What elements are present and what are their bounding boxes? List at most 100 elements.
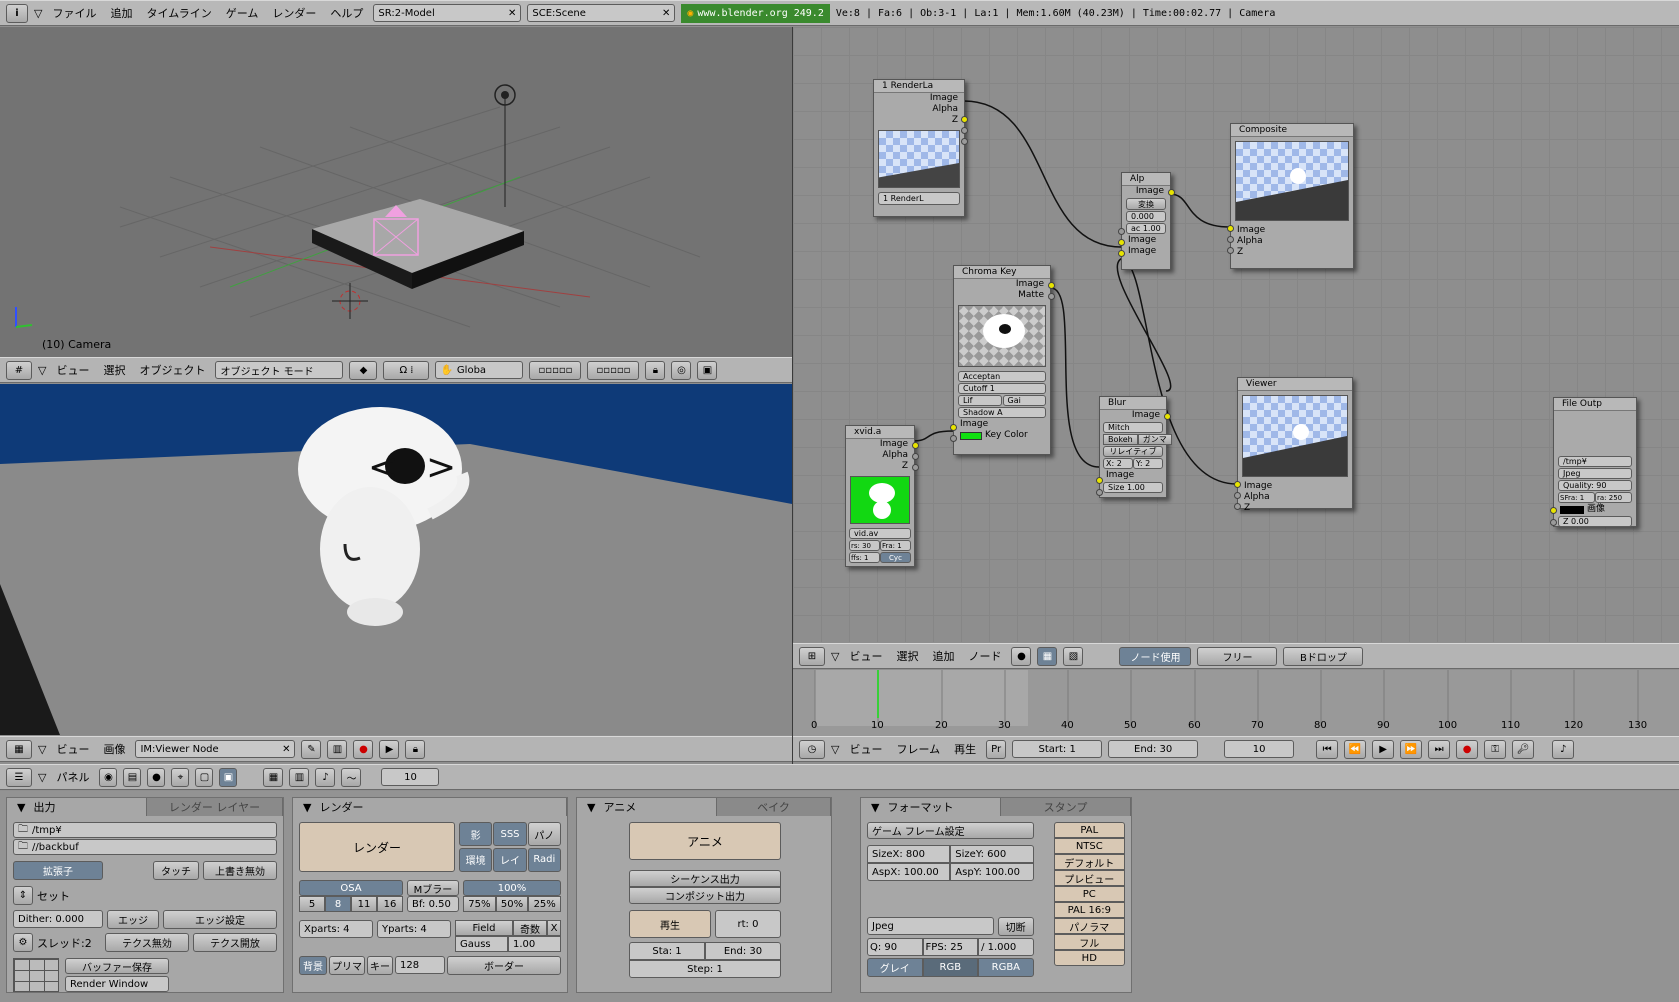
preset-hd[interactable]: HD xyxy=(1053,950,1125,966)
filter-selector[interactable]: Gauss xyxy=(455,936,508,952)
no-overwrite-toggle[interactable]: 上書き無効 xyxy=(203,861,277,880)
chevron-down-icon[interactable]: ▽ xyxy=(38,364,46,377)
menu-view[interactable]: ビュー xyxy=(845,741,886,757)
convert-button[interactable]: 変換 xyxy=(1126,198,1166,210)
socket-in[interactable] xyxy=(1234,481,1241,488)
preset-default[interactable]: デフォルト xyxy=(1053,854,1125,870)
size-75[interactable]: 75% xyxy=(463,896,496,912)
size-100[interactable]: 100% xyxy=(463,880,561,896)
node-blur[interactable]: Blur Image Mitch Bokeh ガンマ リレイティブ X: 2 Y… xyxy=(1096,396,1172,498)
tex-open-toggle[interactable]: テクス開放 xyxy=(193,933,277,952)
tile-size-field[interactable]: 128 xyxy=(395,956,445,974)
sizey-field[interactable]: SizeY: 600 xyxy=(950,845,1034,863)
material-nodes-icon[interactable]: ● xyxy=(1011,646,1032,666)
socket-in[interactable] xyxy=(1118,239,1125,246)
close-icon[interactable]: ✕ xyxy=(662,8,670,19)
rgba-toggle[interactable]: RGBA xyxy=(978,958,1034,977)
socket-out[interactable] xyxy=(961,116,968,123)
pen-icon[interactable]: ✎ xyxy=(301,739,322,759)
node-title[interactable]: Chroma Key xyxy=(954,266,1050,279)
menu-file[interactable]: ファイル xyxy=(48,5,100,21)
layout-grid-icon[interactable] xyxy=(13,958,59,992)
menu-select[interactable]: 選択 xyxy=(99,362,129,378)
use-nodes-toggle[interactable]: ノード使用 xyxy=(1119,646,1192,666)
preset-pal169[interactable]: PAL 16:9 xyxy=(1053,902,1125,918)
preset-full[interactable]: フル xyxy=(1053,934,1125,950)
fps-field[interactable]: FPS: 25 xyxy=(922,938,979,956)
socket-out[interactable] xyxy=(1164,413,1171,420)
alpha-value-field[interactable]: 0.000 xyxy=(1126,211,1166,222)
preset-pc[interactable]: PC xyxy=(1053,886,1125,902)
image-editor-icon[interactable]: ▦ xyxy=(6,739,32,759)
yparts-field[interactable]: Yparts: 4 xyxy=(377,920,451,938)
play-icon[interactable]: ▶ xyxy=(379,739,400,759)
anim-button[interactable]: アニメ xyxy=(629,822,781,860)
node-title[interactable]: xvid.a xyxy=(846,426,914,439)
jump-end-icon[interactable]: ⏭ xyxy=(1428,739,1451,759)
node-title[interactable]: Viewer xyxy=(1238,378,1352,391)
chevron-down-icon[interactable]: ▽ xyxy=(38,771,46,784)
start-frame-field[interactable]: Sta: 1 xyxy=(629,942,705,960)
x-toggle[interactable]: X xyxy=(547,920,561,936)
anim-buttons-icon[interactable]: ▥ xyxy=(289,767,310,787)
close-icon[interactable]: ✕ xyxy=(508,8,516,19)
folder-icon[interactable]: 🗀︎ xyxy=(18,839,28,856)
node-movie-input[interactable]: xvid.a Image Alpha Z vid.av rs: 30 Fra: … xyxy=(845,425,919,567)
keying-set-icon[interactable]: ⚿ xyxy=(1484,739,1507,759)
fac-field[interactable]: ac 1.00 xyxy=(1126,223,1166,234)
end-frame-field[interactable]: End: 30 xyxy=(1108,740,1199,758)
pivot-icon[interactable]: Ω ⁞ xyxy=(383,360,430,380)
step-field[interactable]: Step: 1 xyxy=(629,960,781,978)
backbuf-path-field[interactable]: 🗀︎ //backbuf xyxy=(13,839,277,855)
shadow-toggle[interactable]: 影 xyxy=(459,822,493,846)
menu-view[interactable]: ビュー xyxy=(52,362,93,378)
node-title[interactable]: Composite xyxy=(1231,124,1353,137)
buttons-window-icon[interactable]: ☰ xyxy=(6,767,32,787)
tab-stamp[interactable]: スタンプ xyxy=(1001,798,1131,816)
world-buttons-icon[interactable]: 〜 xyxy=(341,767,362,787)
do-composite-toggle[interactable]: コンポジット出力 xyxy=(629,887,781,904)
shading-icon[interactable]: ● xyxy=(147,767,166,787)
border-toggle[interactable]: ボーダー xyxy=(447,956,561,975)
chevron-down-icon[interactable]: ▽ xyxy=(34,7,42,20)
node-viewer[interactable]: Viewer Image Alpha Z xyxy=(1234,377,1353,513)
scene-icon[interactable]: ▣ xyxy=(219,767,238,787)
size-50[interactable]: 50% xyxy=(495,896,529,912)
audio-icon[interactable]: ♪ xyxy=(1552,739,1575,759)
render-button[interactable]: レンダー xyxy=(299,822,455,872)
menu-node[interactable]: ノード xyxy=(964,648,1005,664)
render-buttons-icon[interactable]: ▦ xyxy=(263,767,284,787)
envmap-toggle[interactable]: 環境 xyxy=(459,847,493,872)
aspx-field[interactable]: AspX: 100.00 xyxy=(867,863,951,881)
sss-toggle[interactable]: SSS xyxy=(493,822,527,846)
shading-icon[interactable]: ◆ xyxy=(349,360,378,380)
socket-in[interactable] xyxy=(1227,225,1234,232)
osa-8[interactable]: 8 xyxy=(325,896,351,912)
dither-field[interactable]: Dither: 0.000 xyxy=(13,910,103,928)
sizex-field[interactable]: SizeX: 800 xyxy=(867,845,951,863)
socket-out[interactable] xyxy=(912,453,919,460)
menu-view[interactable]: ビュー xyxy=(52,741,93,757)
render-window-selector[interactable]: Render Window xyxy=(65,976,169,992)
fields-toggle[interactable]: Field xyxy=(455,920,513,936)
xparts-field[interactable]: Xparts: 4 xyxy=(299,920,373,938)
menu-add[interactable]: 追加 xyxy=(928,648,958,664)
chevron-down-icon[interactable]: ▽ xyxy=(831,650,839,663)
menu-help[interactable]: ヘルプ xyxy=(326,5,367,21)
clock-icon[interactable]: ◷ xyxy=(799,739,825,759)
node-chroma-key[interactable]: Chroma Key Image Matte Acceptan Cutoff 1… xyxy=(950,265,1055,455)
fps-base-field[interactable]: / 1.000 xyxy=(978,938,1034,956)
socket-in[interactable] xyxy=(1227,247,1234,254)
menu-render[interactable]: レンダー xyxy=(268,5,320,21)
node-editor-icon[interactable]: ⊞ xyxy=(799,646,825,666)
cutoff-field[interactable]: Cutoff 1 xyxy=(958,383,1046,394)
current-frame-field[interactable]: 10 xyxy=(1224,740,1295,758)
scene-link-icon[interactable]: ⇕ xyxy=(13,886,33,905)
ray-toggle[interactable]: レイ xyxy=(493,847,527,872)
quality-field[interactable]: Quality: 90 xyxy=(1558,480,1632,491)
scene-selector[interactable]: SCE:Scene ✕ xyxy=(527,4,676,22)
y-field[interactable]: Y: 2 xyxy=(1133,458,1163,469)
menu-add[interactable]: 追加 xyxy=(106,5,136,21)
socket-in[interactable] xyxy=(950,435,957,442)
screen-selector[interactable]: SR:2-Model ✕ xyxy=(373,4,522,22)
